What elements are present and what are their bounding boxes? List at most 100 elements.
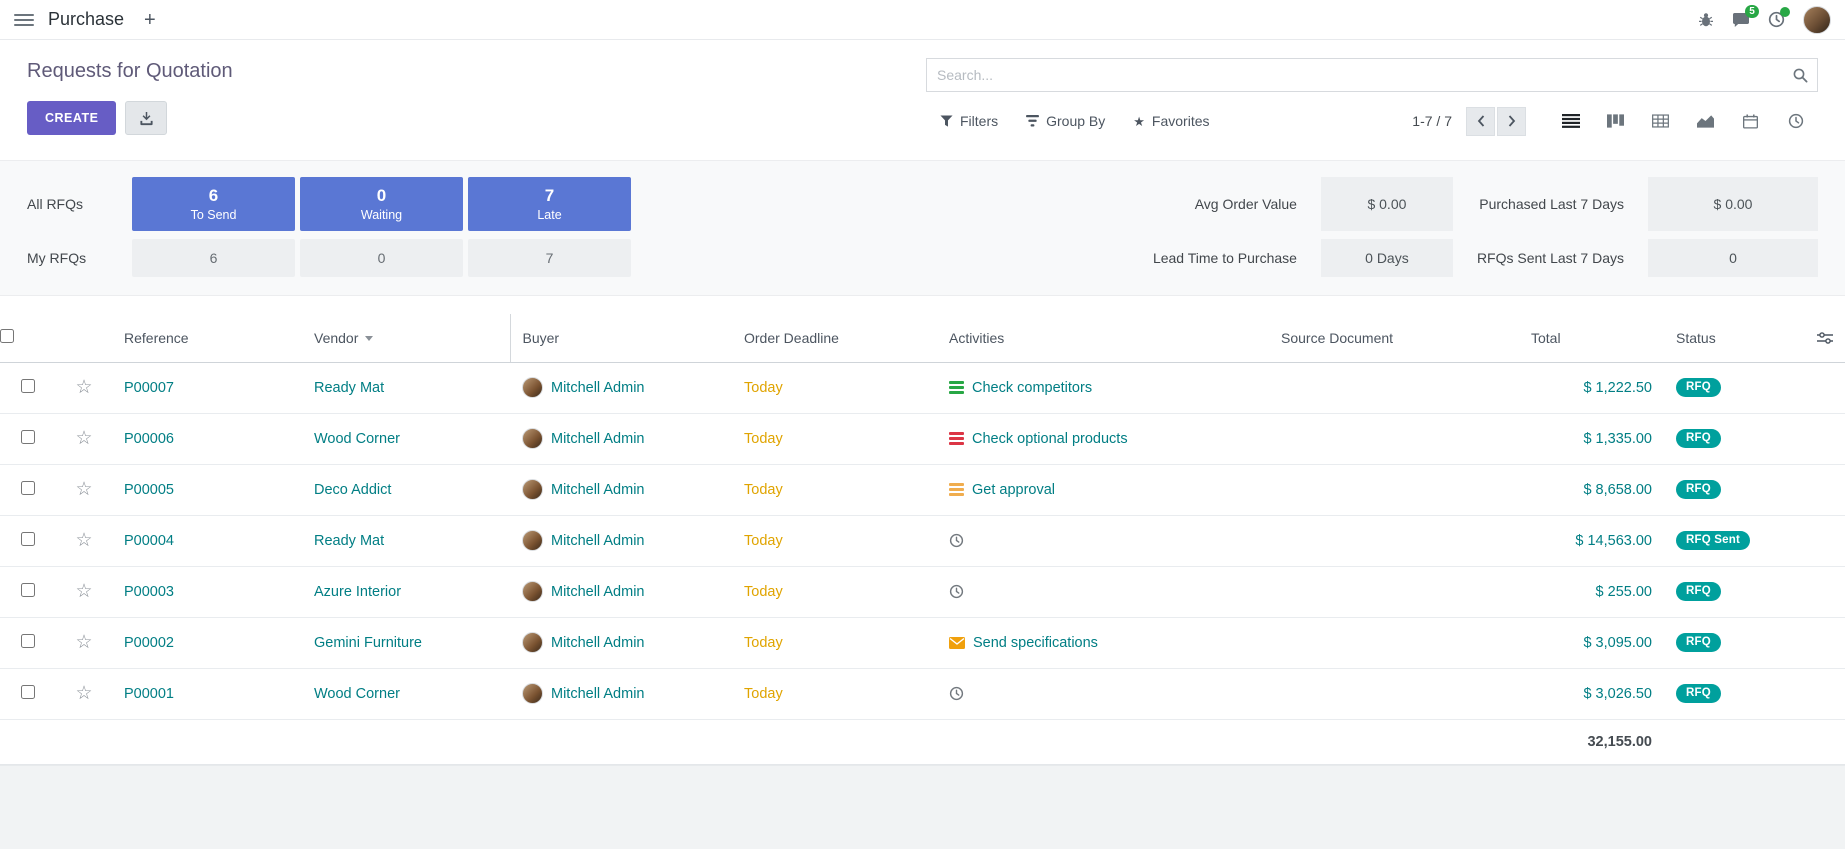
table-row[interactable]: ☆ P00001 Wood Corner Mitchell Admin Toda…	[0, 668, 1845, 719]
favorites-star-icon: ★	[1133, 115, 1145, 128]
group-by-button[interactable]: Group By	[1026, 113, 1105, 129]
table-row[interactable]: ☆ P00002 Gemini Furniture Mitchell Admin…	[0, 617, 1845, 668]
favorites-button[interactable]: ★ Favorites	[1133, 113, 1209, 129]
activity-link[interactable]: Check optional products	[972, 431, 1128, 447]
view-activity-button[interactable]	[1773, 105, 1818, 137]
user-avatar[interactable]	[1803, 6, 1831, 34]
vendor-link[interactable]: Ready Mat	[314, 533, 384, 549]
row-checkbox[interactable]	[21, 685, 35, 699]
view-pivot-button[interactable]	[1638, 105, 1683, 137]
reference-link[interactable]: P00003	[124, 584, 174, 600]
buyer-link[interactable]: Mitchell Admin	[551, 533, 644, 549]
kpi-late[interactable]: 7 Late	[468, 177, 631, 231]
view-graph-button[interactable]	[1683, 105, 1728, 137]
row-checkbox[interactable]	[21, 430, 35, 444]
pager-value[interactable]: 1-7 / 7	[1412, 113, 1452, 129]
messages-icon[interactable]: 5	[1732, 12, 1750, 28]
calendar-view-icon	[1743, 114, 1758, 129]
favorite-star-icon[interactable]: ☆	[75, 428, 92, 449]
kpi-to-send[interactable]: 6 To Send	[132, 177, 295, 231]
column-header-buyer[interactable]: Buyer	[510, 314, 732, 362]
column-header-order-deadline[interactable]: Order Deadline	[732, 314, 937, 362]
my-waiting[interactable]: 0	[300, 239, 463, 277]
favorite-star-icon[interactable]: ☆	[75, 530, 92, 551]
row-checkbox[interactable]	[21, 481, 35, 495]
favorite-star-icon[interactable]: ☆	[75, 479, 92, 500]
favorite-star-icon[interactable]: ☆	[75, 377, 92, 398]
vendor-link[interactable]: Azure Interior	[314, 584, 401, 600]
row-checkbox[interactable]	[21, 583, 35, 597]
reference-link[interactable]: P00005	[124, 482, 174, 498]
select-all-checkbox[interactable]	[0, 329, 14, 343]
row-checkbox[interactable]	[21, 532, 35, 546]
row-checkbox[interactable]	[21, 634, 35, 648]
apps-menu-icon[interactable]	[14, 14, 34, 26]
activity-clock-icon[interactable]	[949, 686, 964, 701]
my-late[interactable]: 7	[468, 239, 631, 277]
view-kanban-button[interactable]	[1593, 105, 1638, 137]
buyer-link[interactable]: Mitchell Admin	[551, 482, 644, 498]
pager-previous-button[interactable]	[1466, 107, 1495, 136]
vendor-link[interactable]: Wood Corner	[314, 686, 400, 702]
buyer-avatar	[522, 581, 543, 602]
column-header-reference[interactable]: Reference	[112, 314, 302, 362]
pager-next-button[interactable]	[1497, 107, 1526, 136]
activity-clock-icon[interactable]	[949, 584, 964, 599]
table-row[interactable]: ☆ P00006 Wood Corner Mitchell Admin Toda…	[0, 413, 1845, 464]
table-header-row: Reference Vendor Buyer Order Deadline Ac…	[0, 314, 1845, 362]
tasks-icon[interactable]	[949, 432, 964, 445]
vendor-link[interactable]: Deco Addict	[314, 482, 391, 498]
export-button[interactable]	[125, 101, 167, 135]
row-checkbox[interactable]	[21, 379, 35, 393]
favorite-star-icon[interactable]: ☆	[75, 581, 92, 602]
activity-clock-icon[interactable]	[949, 533, 964, 548]
table-row[interactable]: ☆ P00007 Ready Mat Mitchell Admin Today …	[0, 362, 1845, 413]
view-list-button[interactable]	[1548, 105, 1593, 137]
reference-link[interactable]: P00001	[124, 686, 174, 702]
buyer-link[interactable]: Mitchell Admin	[551, 380, 644, 396]
vendor-link[interactable]: Ready Mat	[314, 380, 384, 396]
search-icon[interactable]	[1792, 67, 1808, 83]
vendor-link[interactable]: Gemini Furniture	[314, 635, 422, 651]
envelope-icon[interactable]	[949, 637, 965, 649]
view-calendar-button[interactable]	[1728, 105, 1773, 137]
column-header-source-document[interactable]: Source Document	[1269, 314, 1519, 362]
order-deadline: Today	[744, 380, 783, 396]
activity-link[interactable]: Check competitors	[972, 380, 1092, 396]
filters-button[interactable]: Filters	[940, 113, 998, 129]
kpi-waiting[interactable]: 0 Waiting	[300, 177, 463, 231]
optional-columns-button[interactable]	[1776, 332, 1833, 344]
reference-link[interactable]: P00004	[124, 533, 174, 549]
my-to-send[interactable]: 6	[132, 239, 295, 277]
search-input[interactable]	[927, 59, 1817, 91]
column-header-vendor[interactable]: Vendor	[302, 314, 510, 362]
buyer-link[interactable]: Mitchell Admin	[551, 686, 644, 702]
rfqs-sent-last-7-days: 0	[1648, 239, 1818, 277]
plus-icon[interactable]: +	[144, 10, 156, 30]
column-header-total[interactable]: Total	[1519, 314, 1664, 362]
tasks-icon[interactable]	[949, 483, 964, 496]
table-row[interactable]: ☆ P00004 Ready Mat Mitchell Admin Today …	[0, 515, 1845, 566]
vendor-link[interactable]: Wood Corner	[314, 431, 400, 447]
buyer-link[interactable]: Mitchell Admin	[551, 431, 644, 447]
reference-link[interactable]: P00007	[124, 380, 174, 396]
favorite-star-icon[interactable]: ☆	[75, 632, 92, 653]
column-header-activities[interactable]: Activities	[937, 314, 1269, 362]
reference-link[interactable]: P00002	[124, 635, 174, 651]
table-row[interactable]: ☆ P00005 Deco Addict Mitchell Admin Toda…	[0, 464, 1845, 515]
tasks-icon[interactable]	[949, 381, 964, 394]
column-header-status[interactable]: Status	[1664, 314, 1764, 362]
table-row[interactable]: ☆ P00003 Azure Interior Mitchell Admin T…	[0, 566, 1845, 617]
reference-link[interactable]: P00006	[124, 431, 174, 447]
buyer-link[interactable]: Mitchell Admin	[551, 635, 644, 651]
activity-link[interactable]: Send specifications	[973, 635, 1098, 651]
activity-link[interactable]: Get approval	[972, 482, 1055, 498]
buyer-avatar	[522, 428, 543, 449]
buyer-link[interactable]: Mitchell Admin	[551, 584, 644, 600]
create-button[interactable]: CREATE	[27, 101, 116, 135]
favorite-star-icon[interactable]: ☆	[75, 683, 92, 704]
buyer-avatar	[522, 632, 543, 653]
activities-clock-icon[interactable]	[1768, 11, 1785, 28]
current-app-label[interactable]: Purchase	[48, 9, 124, 30]
debug-bug-icon[interactable]	[1698, 12, 1714, 28]
